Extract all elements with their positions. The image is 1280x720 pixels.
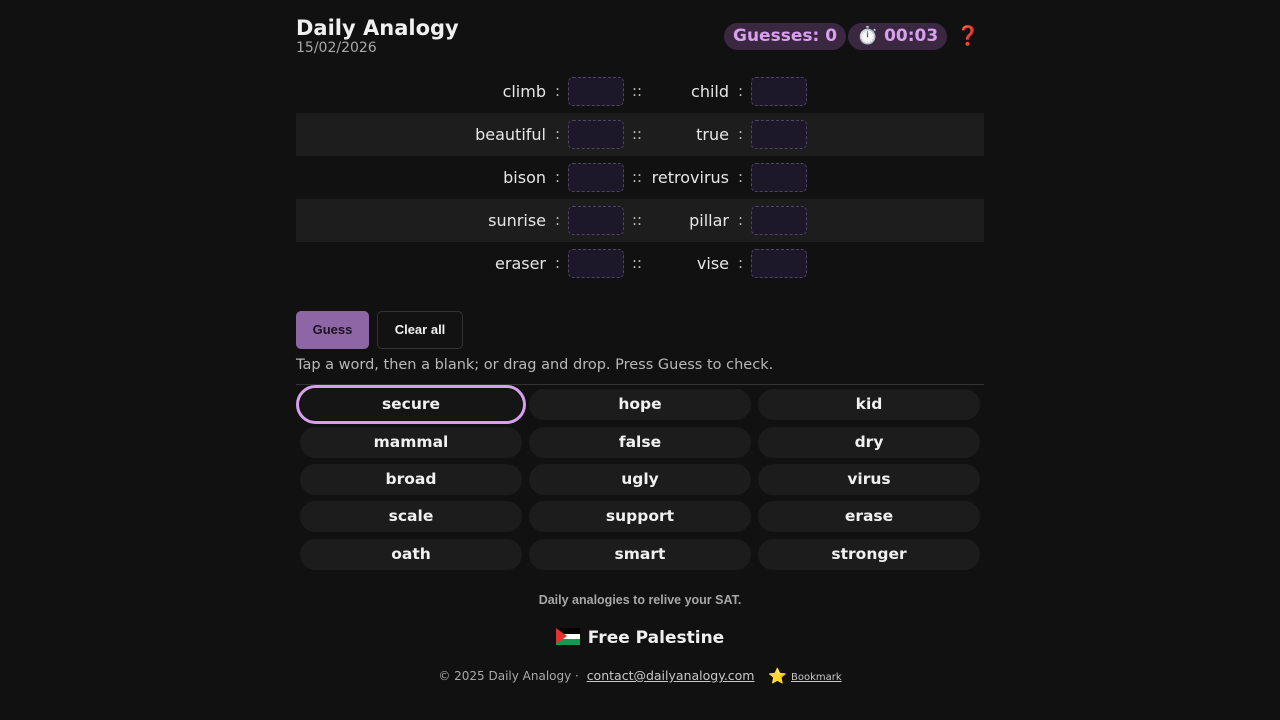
answer-blank-b[interactable] <box>568 120 624 149</box>
palestine-flag-icon <box>555 628 580 645</box>
contact-email-link[interactable]: contact@dailyanalogy.com <box>587 668 755 683</box>
word-chip[interactable]: secure <box>296 385 526 424</box>
colon-separator: : <box>738 254 744 272</box>
double-colon-separator: :: <box>632 82 643 100</box>
colon-separator: : <box>738 82 744 100</box>
colon-separator: : <box>555 211 561 229</box>
analogy-word-c: true <box>696 125 729 144</box>
word-chip[interactable]: erase <box>758 501 980 532</box>
answer-blank-d[interactable] <box>751 206 807 235</box>
colon-separator: : <box>738 168 744 186</box>
word-chip[interactable]: oath <box>300 539 522 570</box>
analogy-row: beautiful : :: true : <box>296 113 984 156</box>
footer: © 2025 Daily Analogy · contact@dailyanal… <box>0 667 1280 685</box>
word-chip[interactable]: false <box>529 427 751 458</box>
puzzle-date: 15/02/2026 <box>296 40 377 56</box>
word-chip[interactable]: broad <box>300 464 522 495</box>
analogy-row: eraser : :: vise : <box>296 242 984 285</box>
word-chip[interactable]: support <box>529 501 751 532</box>
answer-blank-b[interactable] <box>568 249 624 278</box>
answer-blank-d[interactable] <box>751 77 807 106</box>
colon-separator: : <box>555 125 561 143</box>
word-chip[interactable]: stronger <box>758 539 980 570</box>
double-colon-separator: :: <box>632 211 643 229</box>
word-chip[interactable]: dry <box>758 427 980 458</box>
word-chip[interactable]: scale <box>300 501 522 532</box>
analogy-word-c: child <box>691 82 729 101</box>
analogy-word-a: climb <box>502 82 546 101</box>
palestine-text: Free Palestine <box>587 628 725 648</box>
analogy-word-a: bison <box>503 168 546 187</box>
double-colon-separator: :: <box>632 125 643 143</box>
analogy-word-a: sunrise <box>488 211 546 230</box>
double-colon-separator: :: <box>632 254 643 272</box>
word-chip[interactable]: smart <box>529 539 751 570</box>
analogy-word-c: retrovirus <box>651 168 729 187</box>
page-title: Daily Analogy <box>296 16 459 40</box>
game-container: Daily Analogy 15/02/2026 Guesses: 0 ⏱️ 0… <box>296 0 984 570</box>
double-colon-separator: :: <box>632 168 643 186</box>
analogy-word-c: pillar <box>689 211 729 230</box>
guess-button[interactable]: Guess <box>296 311 369 349</box>
analogy-rows: climb : :: child : beautiful : :: true :… <box>296 70 984 285</box>
help-icon[interactable]: ❓ <box>956 23 980 50</box>
colon-separator: : <box>555 254 561 272</box>
timer-badge: ⏱️ 00:03 <box>848 23 948 50</box>
colon-separator: : <box>738 125 744 143</box>
guesses-counter: Guesses: 0 <box>724 23 847 50</box>
analogy-word-a: beautiful <box>475 125 546 144</box>
clear-all-button[interactable]: Clear all <box>377 311 463 349</box>
word-chip[interactable]: virus <box>758 464 980 495</box>
header: Daily Analogy 15/02/2026 Guesses: 0 ⏱️ 0… <box>296 0 984 66</box>
analogy-row: sunrise : :: pillar : <box>296 199 984 242</box>
colon-separator: : <box>738 211 744 229</box>
bookmark-link[interactable]: Bookmark <box>791 672 842 683</box>
analogy-word-a: eraser <box>495 254 546 273</box>
copyright-text: © 2025 Daily Analogy · <box>438 669 579 683</box>
analogy-row: climb : :: child : <box>296 70 984 113</box>
answer-blank-b[interactable] <box>568 206 624 235</box>
divider <box>296 384 984 385</box>
word-chip[interactable]: mammal <box>300 427 522 458</box>
colon-separator: : <box>555 82 561 100</box>
answer-blank-d[interactable] <box>751 120 807 149</box>
colon-separator: : <box>555 168 561 186</box>
free-palestine-banner: Free Palestine <box>0 627 1280 649</box>
word-chip[interactable]: hope <box>529 389 751 420</box>
answer-blank-d[interactable] <box>751 249 807 278</box>
word-chip[interactable]: ugly <box>529 464 751 495</box>
answer-blank-b[interactable] <box>568 163 624 192</box>
analogy-row: bison : :: retrovirus : <box>296 156 984 199</box>
instructions-text: Tap a word, then a blank; or drag and dr… <box>296 357 774 373</box>
word-chip[interactable]: kid <box>758 389 980 420</box>
answer-blank-d[interactable] <box>751 163 807 192</box>
star-icon: ⭐ <box>768 667 788 685</box>
analogy-word-c: vise <box>696 254 729 273</box>
tagline: Daily analogies to relive your SAT. <box>538 593 742 607</box>
answer-blank-b[interactable] <box>568 77 624 106</box>
